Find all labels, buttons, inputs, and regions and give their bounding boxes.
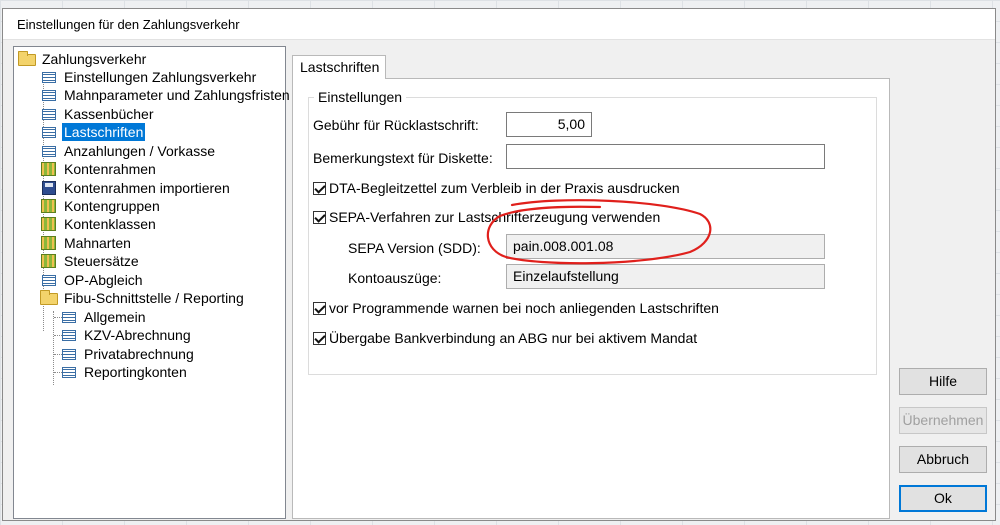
dta-label[interactable]: DTA-Begleitzettel zum Verbleib in der Pr… xyxy=(329,180,680,196)
list-icon xyxy=(62,312,76,323)
books-icon xyxy=(41,217,56,231)
tab-lastschriften[interactable]: Lastschriften xyxy=(292,55,386,79)
help-button[interactable]: Hilfe xyxy=(899,368,987,395)
list-icon xyxy=(62,367,76,378)
list-icon xyxy=(42,90,56,101)
books-icon xyxy=(41,236,56,250)
statement-field: Einzelaufstellung xyxy=(506,264,825,289)
folder-open-icon xyxy=(40,290,58,305)
cancel-button[interactable]: Abbruch xyxy=(899,446,987,473)
transfer-label[interactable]: Übergabe Bankverbindung an ABG nur bei a… xyxy=(329,330,697,346)
sepa-checkbox[interactable] xyxy=(313,211,326,224)
list-icon xyxy=(62,349,76,360)
fee-input[interactable]: 5,00 xyxy=(506,112,592,137)
list-icon xyxy=(62,330,76,341)
title-bar: Einstellungen für den Zahlungsverkehr xyxy=(3,9,995,40)
remark-input[interactable] xyxy=(506,144,825,169)
list-icon xyxy=(42,72,56,83)
dta-checkbox[interactable] xyxy=(313,182,326,195)
apply-button[interactable]: Übernehmen xyxy=(899,407,987,434)
window-title: Einstellungen für den Zahlungsverkehr xyxy=(17,17,240,32)
sepa-version-label: SEPA Version (SDD): xyxy=(348,240,481,256)
settings-group: Einstellungen Gebühr für Rücklastschrift… xyxy=(308,89,877,375)
list-icon xyxy=(42,127,56,138)
tab-label: Lastschriften xyxy=(300,59,380,75)
statement-label: Kontoauszüge: xyxy=(348,270,442,286)
list-icon xyxy=(42,109,56,120)
warn-label[interactable]: vor Programmende warnen bei noch anliege… xyxy=(329,300,719,316)
folder-open-icon xyxy=(18,51,36,66)
books-icon xyxy=(41,162,56,176)
settings-tree[interactable]: Zahlungsverkehr Einstellungen Zahlungsve… xyxy=(13,46,290,519)
warn-checkbox[interactable] xyxy=(313,302,326,315)
sepa-version-field: pain.008.001.08 xyxy=(506,234,825,259)
sepa-label[interactable]: SEPA-Verfahren zur Lastschrifterzeugung … xyxy=(329,209,660,225)
list-icon xyxy=(42,146,56,157)
tab-panel-lastschriften: Einstellungen Gebühr für Rücklastschrift… xyxy=(292,78,890,519)
list-icon xyxy=(42,275,56,286)
books-icon xyxy=(41,254,56,268)
group-legend: Einstellungen xyxy=(314,89,407,105)
ok-button[interactable]: Ok xyxy=(899,485,987,512)
disk-icon xyxy=(42,181,56,195)
books-icon xyxy=(41,199,56,213)
transfer-checkbox[interactable] xyxy=(313,332,326,345)
tree-line xyxy=(53,311,54,385)
settings-dialog: Einstellungen für den Zahlungsverkehr Za… xyxy=(2,8,996,521)
remark-label: Bemerkungstext für Diskette: xyxy=(313,150,493,166)
fee-label: Gebühr für Rücklastschrift: xyxy=(313,117,479,133)
